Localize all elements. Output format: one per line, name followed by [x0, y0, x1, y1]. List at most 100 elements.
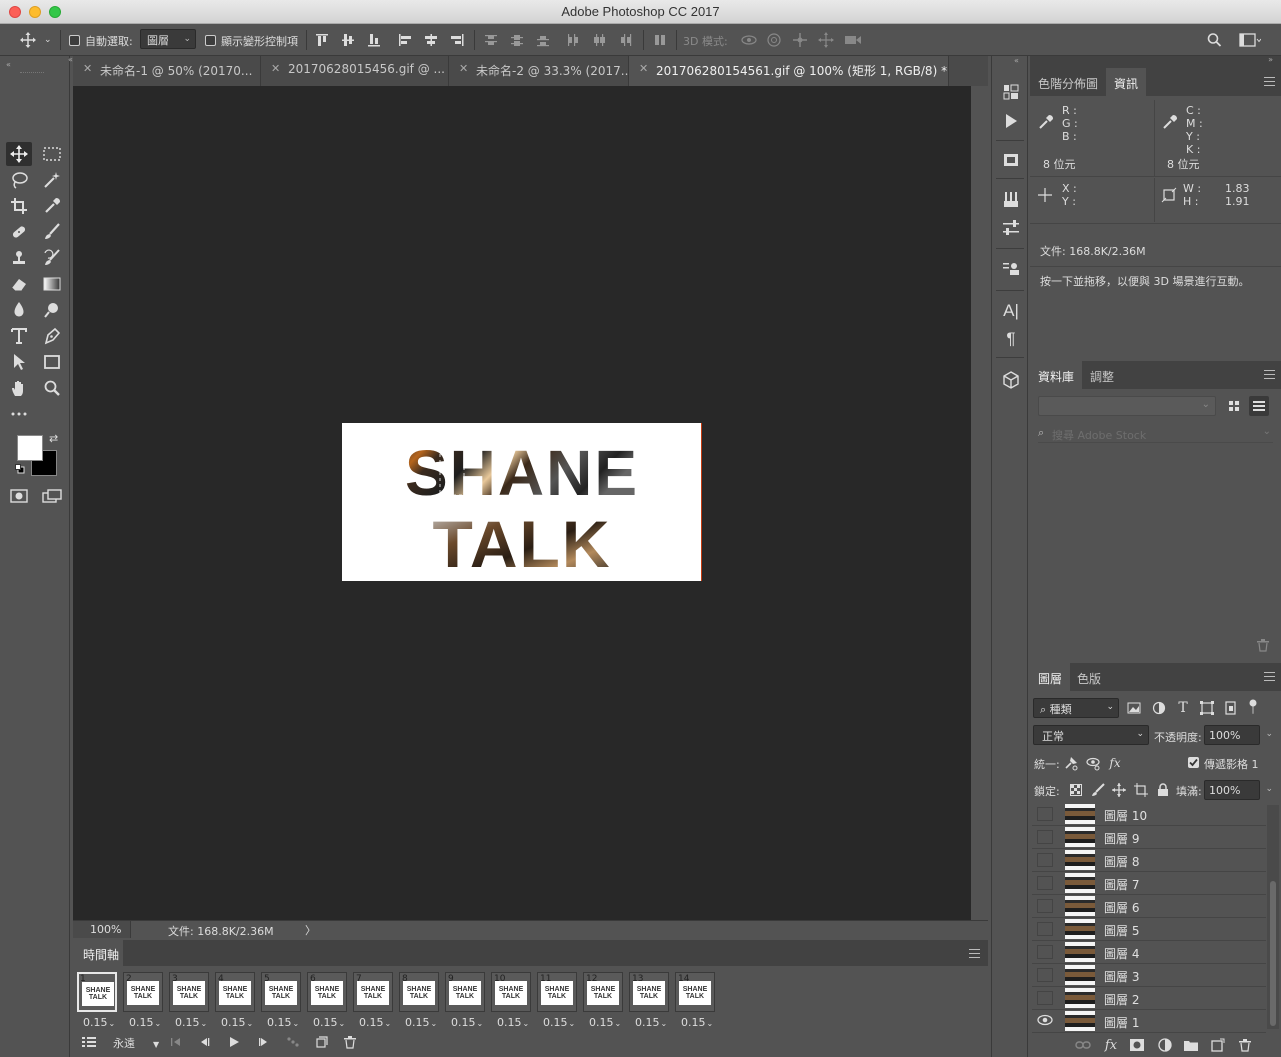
distribute-vertical-center-icon[interactable] — [509, 32, 525, 48]
doc-tab-1[interactable]: ✕ 未命名-1 @ 50% (20170... — [73, 56, 261, 86]
align-horizontal-center-icon[interactable] — [423, 32, 439, 48]
tab-adjustments[interactable]: 調整 — [1082, 361, 1122, 389]
delete-layer-icon[interactable] — [1236, 1036, 1254, 1054]
unify-position-icon[interactable] — [1062, 754, 1080, 772]
tab-histogram[interactable]: 色階分佈圖 — [1030, 68, 1106, 96]
align-right-icon[interactable] — [449, 32, 465, 48]
3d-cube-icon[interactable] — [1001, 370, 1021, 390]
tab-layers[interactable]: 圖層 — [1030, 663, 1071, 691]
path-selection-tool[interactable] — [6, 350, 32, 374]
quick-mask-icon[interactable] — [6, 484, 32, 508]
filter-shape-icon[interactable] — [1198, 699, 1216, 717]
stock-search-field[interactable]: ⌕ 搜尋 Adobe Stock ⌄ — [1038, 425, 1273, 443]
layer-row[interactable]: 圖層 3 — [1032, 964, 1266, 987]
filter-pixel-icon[interactable] — [1125, 699, 1143, 717]
add-mask-icon[interactable] — [1128, 1036, 1146, 1054]
visibility-toggle[interactable] — [1037, 876, 1053, 890]
collapse-toolbar-icon[interactable]: « — [6, 60, 11, 69]
layer-row[interactable]: 圖層 9 — [1032, 826, 1266, 849]
layer-filter-dropdown[interactable]: ⌕ 種類 ⌄ — [1033, 698, 1119, 718]
next-frame-icon[interactable] — [255, 1033, 273, 1051]
frame-delay[interactable]: 0.15⌄ — [221, 1016, 253, 1029]
visibility-toggle[interactable] — [1037, 922, 1053, 936]
screen-mode-icon[interactable] — [39, 484, 65, 508]
new-adjustment-layer-icon[interactable] — [1156, 1036, 1174, 1054]
timeline-frame[interactable]: 10 SHANE TALK 0.15⌄ — [491, 970, 531, 1032]
timeline-frame[interactable]: 3 SHANE TALK 0.15⌄ — [169, 970, 209, 1032]
layer-row[interactable]: 圖層 1 — [1032, 1010, 1266, 1033]
blend-mode-dropdown[interactable]: 正常 ⌄ — [1033, 725, 1149, 745]
timeline-frame[interactable]: 11 SHANE TALK 0.15⌄ — [537, 970, 577, 1032]
layer-row[interactable]: 圖層 7 — [1032, 872, 1266, 895]
visibility-toggle[interactable] — [1037, 807, 1053, 821]
timeline-frame[interactable]: 4 SHANE TALK 0.15⌄ — [215, 970, 255, 1032]
eraser-tool[interactable] — [6, 272, 32, 296]
delete-frame-icon[interactable] — [341, 1033, 359, 1051]
canvas-workspace[interactable]: SHANE TALK — [73, 86, 971, 920]
frame-delay[interactable]: 0.15⌄ — [681, 1016, 713, 1029]
previous-frame-icon[interactable] — [195, 1033, 213, 1051]
convert-timeline-icon[interactable] — [80, 1033, 98, 1051]
first-frame-icon[interactable] — [167, 1033, 185, 1051]
dodge-tool[interactable] — [39, 298, 65, 322]
library-trash-icon[interactable] — [1257, 639, 1271, 653]
eyedropper-tool[interactable] — [39, 194, 65, 218]
list-view-icon[interactable] — [1249, 396, 1269, 416]
lock-transparent-icon[interactable] — [1067, 781, 1085, 799]
pan-3d-icon[interactable] — [792, 32, 808, 48]
tab-channels[interactable]: 色版 — [1069, 663, 1109, 691]
distribute-horizontal-center-icon[interactable] — [591, 32, 607, 48]
hand-tool[interactable] — [6, 376, 32, 400]
distribute-right-icon[interactable] — [617, 32, 633, 48]
visibility-toggle[interactable] — [1037, 830, 1053, 844]
tab-info[interactable]: 資訊 — [1106, 68, 1147, 96]
timeline-frame[interactable]: 8 SHANE TALK 0.15⌄ — [399, 970, 439, 1032]
library-select-dropdown[interactable]: ⌄ — [1038, 396, 1216, 416]
visibility-toggle[interactable] — [1037, 899, 1053, 913]
zoom-level[interactable]: 100% — [90, 923, 121, 936]
magic-wand-tool[interactable] — [39, 168, 65, 192]
layer-row[interactable]: 圖層 8 — [1032, 849, 1266, 872]
3d-panel-icon[interactable] — [1001, 150, 1021, 170]
status-menu-arrow[interactable]: 〉 — [305, 922, 316, 938]
fill-input[interactable]: 100% ⌄ — [1204, 780, 1273, 800]
vertical-scrollbar[interactable] — [971, 86, 988, 920]
timeline-frame[interactable]: 6 SHANE TALK 0.15⌄ — [307, 970, 347, 1032]
frame-delay[interactable]: 0.15⌄ — [129, 1016, 161, 1029]
crop-tool[interactable] — [6, 194, 32, 218]
lock-artboard-icon[interactable] — [1132, 781, 1150, 799]
doc-tab-3[interactable]: ✕ 未命名-2 @ 33.3% (2017... — [449, 56, 629, 86]
history-panel-icon[interactable] — [1001, 82, 1021, 102]
close-tab-icon[interactable]: ✕ — [271, 62, 280, 75]
workspace-switcher-icon[interactable] — [1239, 32, 1261, 48]
blur-tool[interactable] — [6, 298, 32, 322]
timeline-frame[interactable]: 1 SHANE TALK 0.15⌄ — [77, 970, 117, 1032]
tool-preset-chevron-icon[interactable]: ⌄ — [44, 35, 52, 45]
frame-delay[interactable]: 0.15⌄ — [83, 1016, 115, 1029]
align-top-icon[interactable] — [314, 32, 330, 48]
visibility-toggle[interactable] — [1037, 968, 1053, 982]
unify-style-icon[interactable]: fx — [1106, 754, 1124, 772]
character-panel-icon[interactable]: A| — [1001, 301, 1021, 321]
pen-tool[interactable] — [39, 324, 65, 348]
layer-row[interactable]: 圖層 5 — [1032, 918, 1266, 941]
filter-smart-object-icon[interactable] — [1222, 699, 1240, 717]
frame-delay[interactable]: 0.15⌄ — [497, 1016, 529, 1029]
unify-visibility-icon[interactable] — [1084, 754, 1102, 772]
frame-delay[interactable]: 0.15⌄ — [635, 1016, 667, 1029]
tween-icon[interactable] — [284, 1033, 302, 1051]
brush-tool[interactable] — [39, 220, 65, 244]
layer-row[interactable]: 圖層 4 — [1032, 941, 1266, 964]
lasso-tool[interactable] — [6, 168, 32, 192]
slide-3d-icon[interactable] — [818, 32, 834, 48]
swap-colors-icon[interactable]: ⇄ — [49, 432, 58, 445]
rectangle-tool[interactable] — [39, 350, 65, 374]
new-group-icon[interactable] — [1182, 1036, 1200, 1054]
properties-sliders-icon[interactable] — [1001, 218, 1021, 238]
link-layers-icon[interactable] — [1074, 1036, 1092, 1054]
align-bottom-icon[interactable] — [366, 32, 382, 48]
timeline-frame[interactable]: 13 SHANE TALK 0.15⌄ — [629, 970, 669, 1032]
default-colors-icon[interactable] — [15, 464, 25, 474]
actions-play-icon[interactable] — [1001, 111, 1021, 131]
brush-presets-icon[interactable] — [1001, 190, 1021, 210]
